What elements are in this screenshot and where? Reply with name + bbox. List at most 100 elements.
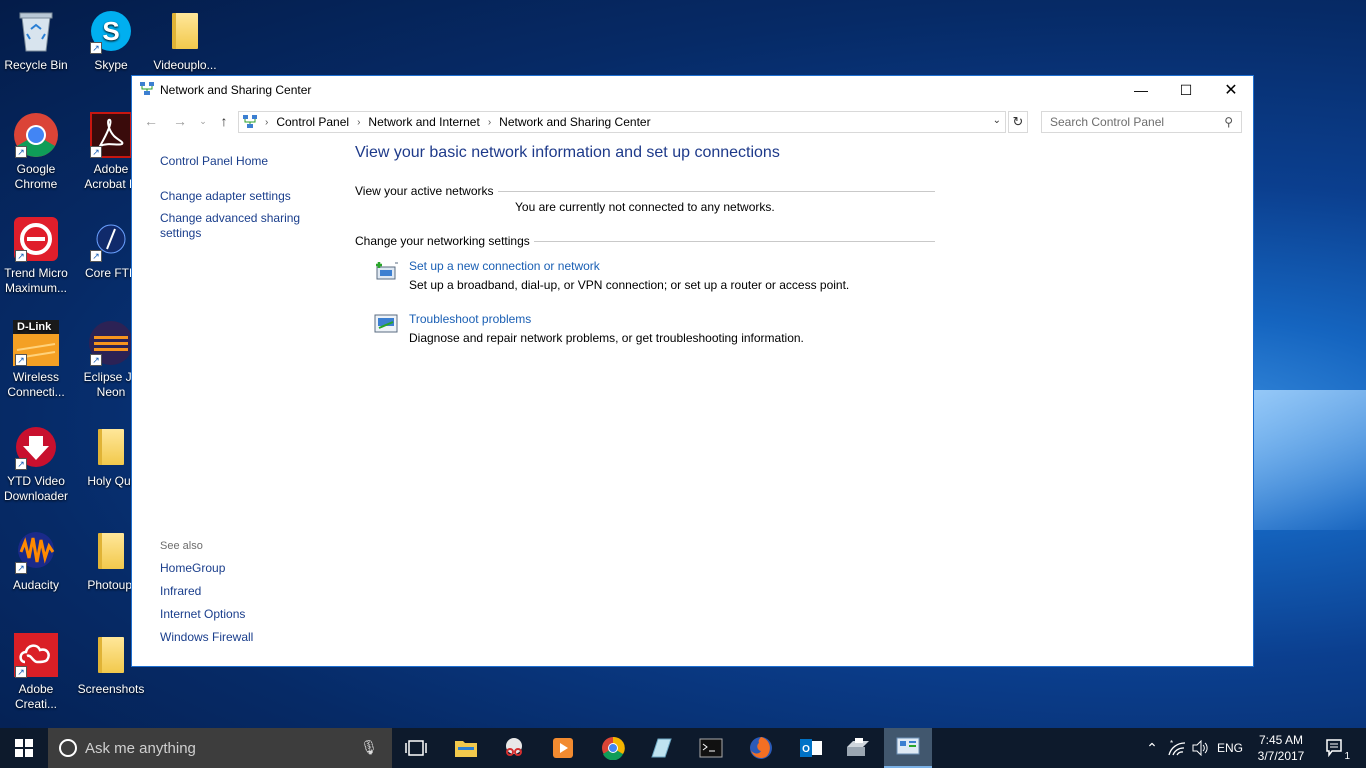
taskbar-file-explorer[interactable] [442,728,490,768]
navigation-bar: ← → ⌄ ↑ › Control Panel › Network and In… [132,109,1253,135]
folder-icon [88,528,134,574]
outlook-icon: O [800,739,822,757]
cortana-search-box[interactable]: Ask me anything 🎙 [48,728,392,768]
desktop-icon-label: YTD Video Downloader [3,474,69,503]
taskbar-command-prompt[interactable] [687,728,735,768]
desktop-icon-ytd-video-downloader[interactable]: ↗ YTD Video Downloader [1,424,71,504]
taskbar-outlook[interactable]: O [787,728,835,768]
chrome-icon: ↗ [13,112,59,158]
recent-locations-chevron-icon[interactable]: ⌄ [194,116,212,134]
desktop-icon-label: Recycle Bin [4,58,68,72]
taskbar-fax-app[interactable] [834,728,882,768]
divider [533,240,935,242]
recycle-bin-icon [13,8,59,54]
networking-settings-section: Change your networking settings [355,234,935,248]
forward-arrow-icon[interactable]: → [171,113,189,131]
clock-time: 7:45 AM [1258,733,1304,747]
breadcrumb-network-and-sharing-center[interactable]: Network and Sharing Center [499,115,650,129]
refresh-icon[interactable]: ↻ [1008,111,1028,133]
cortana-search-placeholder: Ask me anything [85,739,196,757]
networking-settings-header: Change your networking settings [355,234,530,248]
clock-date: 3/7/2017 [1257,749,1305,763]
taskbar-snipping-tool[interactable] [490,728,538,768]
shortcut-arrow-icon: ↗ [15,458,27,470]
task-view-button[interactable] [392,728,440,768]
taskbar-google-chrome[interactable] [589,728,637,768]
system-clock[interactable]: 7:45 AM 3/7/2017 [1250,732,1312,764]
network-status-icon[interactable]: * [1166,728,1188,768]
volume-icon[interactable] [1191,728,1211,768]
show-hidden-icons-chevron-icon[interactable]: ⌃ [1143,728,1161,768]
maximize-button[interactable]: ☐ [1163,76,1209,104]
network-center-icon [140,82,154,96]
active-networks-header: View your active networks [355,184,494,198]
left-task-pane: Control Panel Home Change adapter settin… [160,154,330,241]
breadcrumb-separator-icon[interactable]: › [488,117,491,128]
search-icon[interactable]: ⚲ [1224,115,1233,129]
active-networks-section: View your active networks [355,184,935,198]
trend-micro-icon: ↗ [13,216,59,262]
search-placeholder: Search Control Panel [1050,115,1165,129]
input-language-indicator[interactable]: ENG [1214,728,1246,768]
network-center-icon [243,115,257,129]
desktop-icon-trend-micro[interactable]: ↗ Trend Micro Maximum... [1,216,71,296]
desktop-icon-google-chrome[interactable]: ↗ Google Chrome [1,112,71,192]
desktop-icon-videouplo[interactable]: Videouplo... [150,8,220,73]
start-button[interactable] [0,728,48,768]
folder-icon [162,8,208,54]
see-also-section: See also HomeGroup Infrared Internet Opt… [160,540,253,653]
taskbar-media-player[interactable] [539,728,587,768]
control-panel-home-link[interactable]: Control Panel Home [160,154,330,168]
fax-printer-icon [847,738,869,756]
desktop-icon-label: Adobe Creati... [14,682,57,711]
search-control-panel-input[interactable]: Search Control Panel ⚲ [1041,111,1242,133]
eclipse-icon: ↗ [88,320,134,366]
window-titlebar[interactable]: Network and Sharing Center — ☐ ✕ [132,76,1253,104]
desktop-icon-recycle-bin[interactable]: Recycle Bin [1,8,71,73]
taskbar: Ask me anything 🎙 O ⌃ * ENG 7:45 AM 3/7/… [0,728,1366,768]
see-also-homegroup-link[interactable]: HomeGroup [160,561,253,575]
microphone-icon[interactable]: 🎙 [360,739,378,756]
core-ftp-icon: ↗ [88,216,134,262]
change-adapter-settings-link[interactable]: Change adapter settings [160,189,330,203]
desktop-icon-audacity[interactable]: ↗ Audacity [1,528,71,593]
svg-text:*: * [1170,740,1173,748]
skype-icon: S ↗ [88,8,134,54]
desktop-icon-label: Videouplo... [153,58,217,72]
close-button[interactable]: ✕ [1208,76,1254,104]
action-center-button[interactable]: 1 [1318,728,1354,768]
up-arrow-icon[interactable]: ↑ [215,113,233,131]
task-new-connection: Set up a new connection or network Set u… [355,259,935,292]
divider [497,190,935,192]
minimize-button[interactable]: — [1118,76,1164,104]
task-view-icon [405,740,427,756]
taskbar-firefox[interactable] [737,728,785,768]
back-arrow-icon[interactable]: ← [142,113,160,131]
address-dropdown-chevron-icon[interactable]: ⌄ [993,115,1001,126]
taskbar-control-panel-active[interactable] [884,728,932,768]
change-advanced-sharing-settings-link[interactable]: Change advanced sharing settings [160,211,330,241]
see-also-internet-options-link[interactable]: Internet Options [160,607,253,621]
shortcut-arrow-icon: ↗ [15,666,27,678]
set-up-new-connection-link[interactable]: Set up a new connection or network [409,259,935,273]
breadcrumb-separator-icon[interactable]: › [265,117,268,128]
troubleshoot-problems-link[interactable]: Troubleshoot problems [409,312,935,326]
taskbar-notes-app[interactable] [637,728,685,768]
dlink-logo-text: D-Link [17,321,52,333]
troubleshoot-icon [373,312,399,336]
desktop-icon-label: Trend Micro Maximum... [4,266,68,295]
shortcut-arrow-icon: ↗ [90,42,102,54]
snipping-tool-icon [506,738,522,756]
address-bar[interactable]: › Control Panel › Network and Internet ›… [238,111,1006,133]
breadcrumb-network-and-internet[interactable]: Network and Internet [368,115,479,129]
see-also-windows-firewall-link[interactable]: Windows Firewall [160,630,253,644]
desktop-icon-skype[interactable]: S ↗ Skype [76,8,146,73]
desktop-icon-label: Skype [94,58,128,72]
see-also-infrared-link[interactable]: Infrared [160,584,253,598]
media-player-icon [553,738,573,758]
desktop-icon-adobe-creative-cloud[interactable]: ↗ Adobe Creati... [1,632,71,712]
desktop-icon-label: Screenshots [77,682,145,696]
breadcrumb-separator-icon[interactable]: › [357,117,360,128]
breadcrumb-control-panel[interactable]: Control Panel [276,115,349,129]
desktop-icon-wireless-connection[interactable]: D-Link ↗ Wireless Connecti... [1,320,71,400]
